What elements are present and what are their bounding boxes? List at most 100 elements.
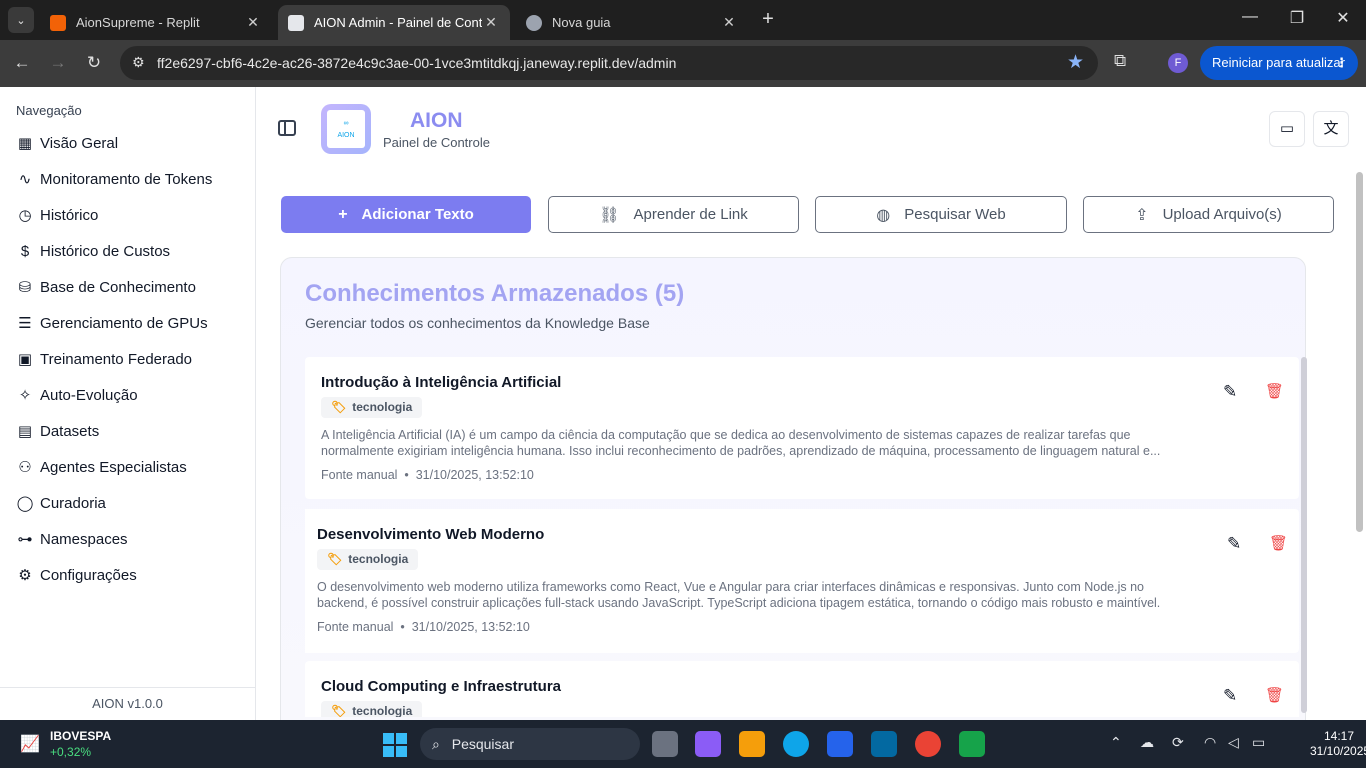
knowledge-item-description: A Inteligência Artificial (IA) é um camp… (321, 428, 1161, 458)
ticker-name[interactable]: IBOVESPA (50, 729, 111, 743)
search-web-button[interactable]: ◍ Pesquisar Web (815, 196, 1067, 233)
main-content: ∞ AION AION Painel de Controle ▭ 文 + Adic… (256, 87, 1366, 720)
page-scrollbar[interactable] (1356, 172, 1363, 532)
tab-aion-admin[interactable]: AION Admin - Painel de Controle ✕ (278, 5, 510, 40)
wifi-icon[interactable]: ◠ (1204, 734, 1216, 751)
chrome-icon[interactable] (915, 731, 941, 757)
link-icon: ⛓ (599, 206, 620, 224)
battery-icon[interactable]: ▭ (1252, 734, 1265, 751)
site-info-icon[interactable]: ⚙ (132, 54, 145, 71)
sidebar-item-historico[interactable]: ◷ Histórico (16, 203, 98, 227)
ticker-change: +0,32% (50, 745, 92, 759)
sidebar-item-auto-evolucao[interactable]: ✧ Auto-Evolução (16, 383, 138, 407)
sidebar-item-configuracoes[interactable]: ⚙ Configurações (16, 563, 137, 587)
dollar-icon: $ (20, 242, 30, 260)
sidebar-item-label: Treinamento Federado (40, 350, 193, 368)
knowledge-item-description: O desenvolvimento web moderno utiliza fr… (317, 580, 1161, 610)
new-tab-button[interactable]: + (756, 8, 780, 32)
sidebar-item-datasets[interactable]: ▤ Datasets (16, 419, 99, 443)
close-tab-icon[interactable]: ✕ (482, 14, 500, 31)
profile-avatar[interactable]: F (1168, 53, 1188, 73)
close-tab-icon[interactable]: ✕ (244, 14, 262, 31)
app-subtitle: Painel de Controle (383, 135, 490, 150)
list-scrollbar[interactable] (1301, 357, 1307, 713)
sidebar-item-gerenciamento-gpus[interactable]: ☰ Gerenciamento de GPUs (16, 311, 207, 335)
knowledge-list[interactable]: Introdução à Inteligência Artificial 🏷 te… (305, 357, 1303, 717)
taskbar-search[interactable]: ⌕ Pesquisar (420, 728, 640, 760)
knowledge-title: Conhecimentos Armazenados (5) (305, 280, 685, 307)
back-icon[interactable]: ← (10, 51, 34, 75)
sidebar-item-namespaces[interactable]: ⊶ Namespaces (16, 527, 128, 551)
sidebar-item-label: Base de Conhecimento (40, 278, 196, 296)
address-bar[interactable]: ⚙ ff2e6297-cbf6-4c2e-ac26-3872e4c9c3ae-0… (120, 46, 1098, 80)
delete-icon[interactable]: 🗑 (1265, 686, 1284, 704)
windows-start-icon[interactable] (383, 733, 407, 757)
onedrive-icon[interactable]: ☁ (1140, 734, 1154, 751)
sidebar-item-visao-geral[interactable]: ▦ Visão Geral (16, 131, 118, 155)
version-label: AION v1.0.0 (0, 687, 255, 720)
sidebar-item-label: Datasets (40, 422, 100, 440)
tab-title: AionSupreme - Replit (76, 15, 200, 30)
sidebar-item-curadoria[interactable]: ◯ Curadoria (16, 491, 106, 515)
clock-time: 14:17 (1323, 729, 1354, 743)
task-view-icon[interactable] (652, 731, 678, 757)
tray-overflow-icon[interactable]: ⌃ (1110, 734, 1122, 751)
edit-icon[interactable]: ✎ (1223, 686, 1237, 706)
system-clock[interactable]: 14:17 31/10/2025 (1310, 729, 1366, 759)
edge-icon[interactable] (783, 731, 809, 757)
sidebar-toggle-icon[interactable] (278, 120, 296, 136)
sidebar-item-monitoramento-tokens[interactable]: ∿ Monitoramento de Tokens (16, 167, 213, 191)
m365-icon[interactable] (695, 731, 721, 757)
learn-from-link-button[interactable]: ⛓ Aprender de Link (548, 196, 799, 233)
more-menu-icon[interactable]: ⋮ (1335, 46, 1348, 80)
url-text[interactable]: ff2e6297-cbf6-4c2e-ac26-3872e4c9c3ae-00-… (157, 55, 676, 71)
tag-icon: 🏷 (327, 552, 343, 566)
date-label: 31/10/2025, 13:52:10 (411, 620, 530, 634)
translate-icon: 文 (1323, 120, 1339, 137)
volume-icon[interactable]: ◁ (1228, 734, 1239, 751)
sync-icon[interactable]: ⟳ (1172, 734, 1184, 751)
add-text-button[interactable]: + Adicionar Texto (281, 196, 531, 233)
tag-icon: 🏷 (331, 400, 347, 414)
outlook-icon[interactable] (871, 731, 897, 757)
restore-icon[interactable]: ❐ (1282, 8, 1312, 28)
sidebar-section-title: Navegação (16, 103, 82, 118)
knowledge-panel: Conhecimentos Armazenados (5) Gerenciar … (280, 257, 1306, 720)
language-button[interactable]: 文 (1313, 111, 1349, 147)
file-explorer-icon[interactable] (739, 731, 765, 757)
sidebar-item-label: Visão Geral (40, 134, 119, 152)
sidebar-item-agentes-especialistas[interactable]: ⚇ Agentes Especialistas (16, 455, 186, 479)
update-label: Reiniciar para atualizar (1212, 55, 1345, 70)
bookmark-star-icon[interactable]: ★ (1067, 51, 1084, 74)
search-placeholder: Pesquisar (451, 736, 514, 752)
tab-search-button[interactable]: ⌄ (8, 7, 34, 33)
stock-chart-icon: 📈 (20, 736, 40, 753)
sidebar-item-historico-custos[interactable]: $ Histórico de Custos (16, 239, 170, 263)
clock-date: 31/10/2025 (1310, 744, 1366, 758)
chat-button[interactable]: ▭ (1269, 111, 1305, 147)
chrome-favicon-icon (526, 14, 542, 31)
update-button[interactable]: Reiniciar para atualizar ⋮ (1200, 46, 1358, 80)
tag-icon: 🏷 (331, 704, 347, 717)
tab-aionsupreme-replit[interactable]: AionSupreme - Replit ✕ (40, 5, 272, 40)
reload-icon[interactable]: ↻ (82, 51, 106, 75)
store-icon[interactable] (827, 731, 853, 757)
close-tab-icon[interactable]: ✕ (720, 14, 738, 31)
extensions-icon[interactable]: ⧉ (1114, 51, 1126, 71)
upload-files-button[interactable]: ⇪ Upload Arquivo(s) (1083, 196, 1334, 233)
aion-favicon-icon (288, 14, 304, 31)
notepad-icon[interactable] (959, 731, 985, 757)
sidebar-item-treinamento-federado[interactable]: ▣ Treinamento Federado (16, 347, 192, 371)
edit-icon[interactable]: ✎ (1223, 382, 1237, 402)
tab-nova-guia[interactable]: Nova guia ✕ (516, 5, 748, 40)
close-window-icon[interactable]: ✕ (1328, 8, 1358, 28)
clock-icon: ◷ (18, 207, 32, 224)
forward-icon[interactable]: → (46, 51, 70, 75)
sidebar-item-label: Configurações (40, 566, 137, 584)
minimize-icon[interactable]: — (1235, 8, 1265, 26)
delete-icon[interactable]: 🗑 (1265, 382, 1284, 400)
sidebar-item-base-conhecimento[interactable]: ⛁ Base de Conhecimento (16, 275, 196, 299)
delete-icon[interactable]: 🗑 (1269, 534, 1288, 552)
edit-icon[interactable]: ✎ (1227, 534, 1241, 554)
knowledge-subtitle: Gerenciar todos os conhecimentos da Know… (305, 315, 650, 331)
